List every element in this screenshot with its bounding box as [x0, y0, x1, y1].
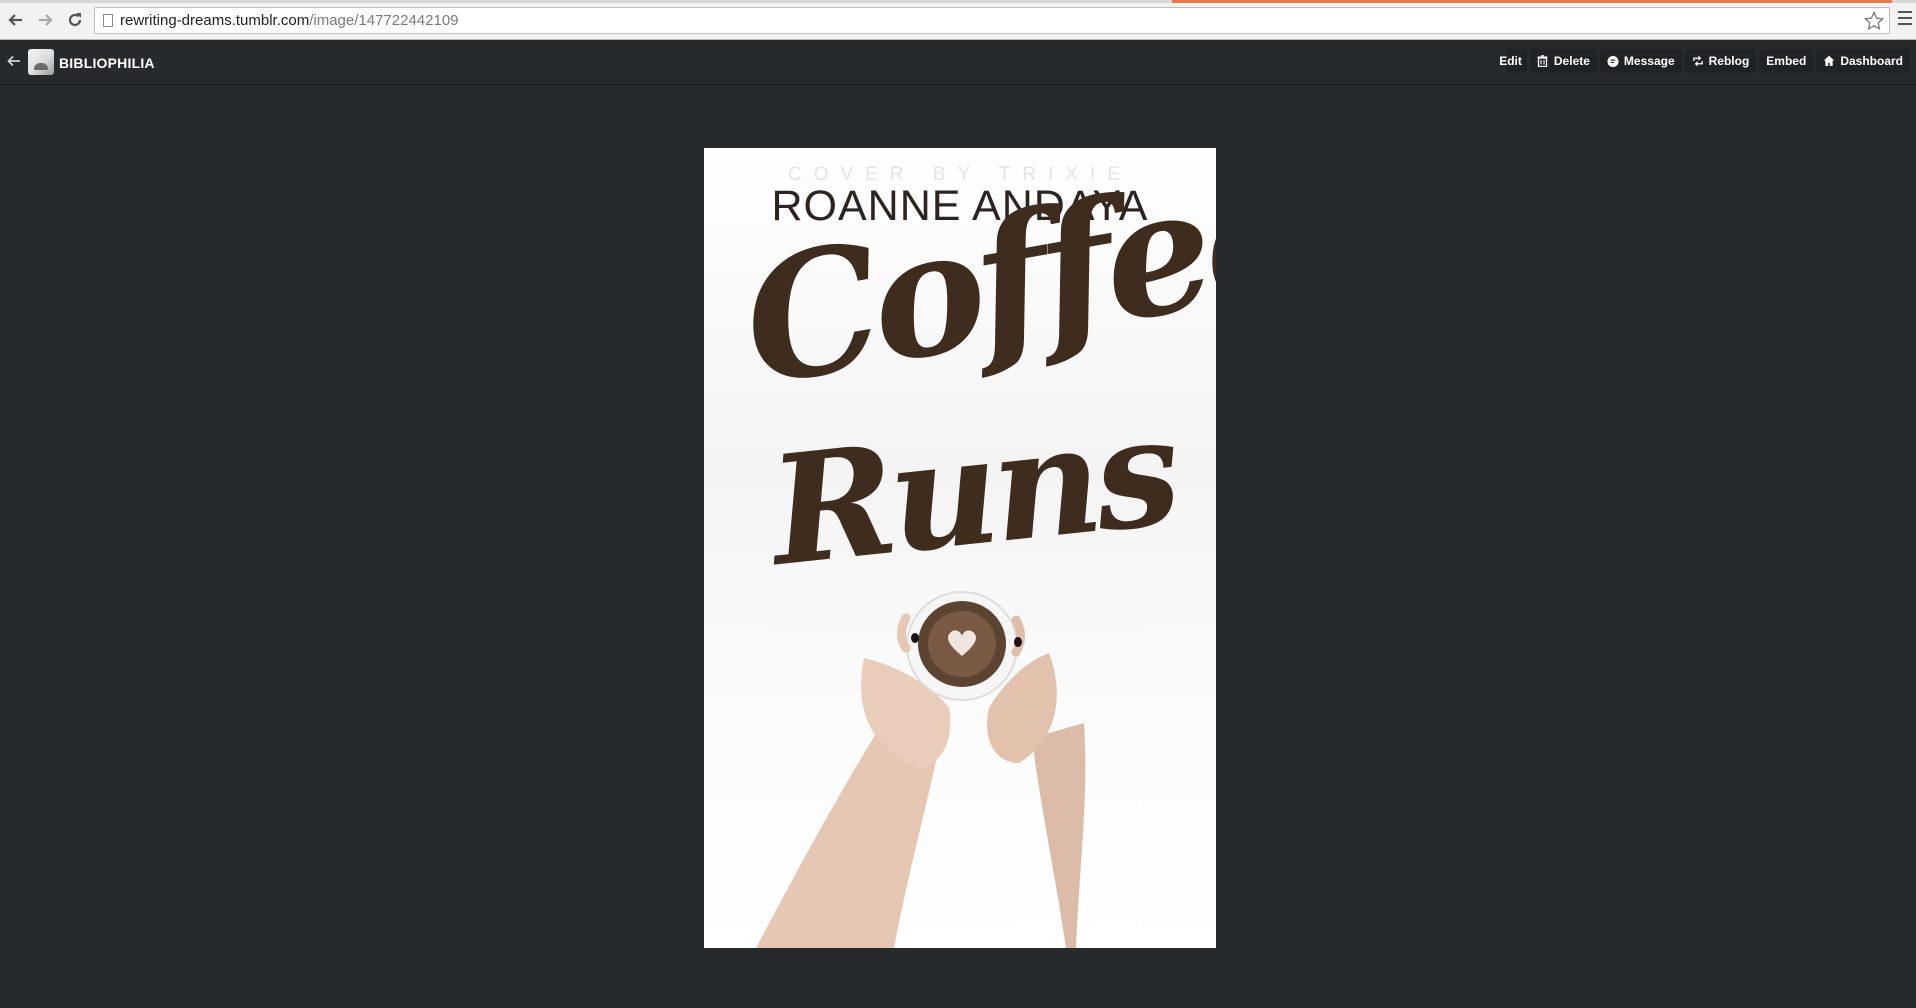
url-text: rewriting-dreams.tumblr.com/image/147722…: [120, 12, 459, 29]
active-tab[interactable]: [1172, 0, 1892, 3]
trash-icon: [1537, 55, 1549, 67]
reblog-button[interactable]: Reblog: [1684, 49, 1757, 73]
blog-name[interactable]: BIBLIOPHILIA: [59, 55, 155, 71]
edit-button[interactable]: Edit: [1499, 49, 1527, 73]
page-icon: [103, 14, 113, 27]
message-icon: [1607, 55, 1619, 67]
lightbox-header: BIBLIOPHILIA Edit Delete Message Reblog …: [0, 41, 1916, 85]
back-arrow-icon[interactable]: [6, 53, 22, 74]
edit-label: Edit: [1499, 54, 1522, 68]
reblog-icon: [1692, 55, 1704, 67]
dashboard-button[interactable]: Dashboard: [1816, 49, 1910, 73]
bookmark-star-icon[interactable]: [1863, 10, 1885, 32]
menu-icon[interactable]: [1898, 11, 1912, 25]
back-icon[interactable]: [4, 8, 28, 32]
embed-label: Embed: [1766, 54, 1807, 68]
reblog-label: Reblog: [1708, 54, 1750, 68]
browser-toolbar: rewriting-dreams.tumblr.com/image/147722…: [0, 0, 1916, 40]
message-label: Message: [1623, 54, 1675, 68]
home-icon: [1823, 55, 1835, 67]
tab-strip: [0, 0, 1916, 3]
address-bar[interactable]: rewriting-dreams.tumblr.com/image/147722…: [94, 7, 1890, 34]
dashboard-label: Dashboard: [1840, 54, 1903, 68]
book-cover-image[interactable]: COVER BY TRIXIE ROANNE ANDAYA Coffee Run…: [704, 148, 1216, 948]
reload-icon[interactable]: [63, 8, 87, 32]
message-button[interactable]: Message: [1599, 49, 1682, 73]
avatar[interactable]: [28, 49, 54, 75]
delete-button[interactable]: Delete: [1529, 49, 1597, 73]
forward-icon[interactable]: [33, 8, 57, 32]
delete-label: Delete: [1553, 54, 1590, 68]
cover-title-line-2: Runs: [762, 382, 1183, 601]
embed-button[interactable]: Embed: [1759, 49, 1814, 73]
post-actions: Edit Delete Message Reblog Embed Dashboa…: [1499, 49, 1910, 75]
